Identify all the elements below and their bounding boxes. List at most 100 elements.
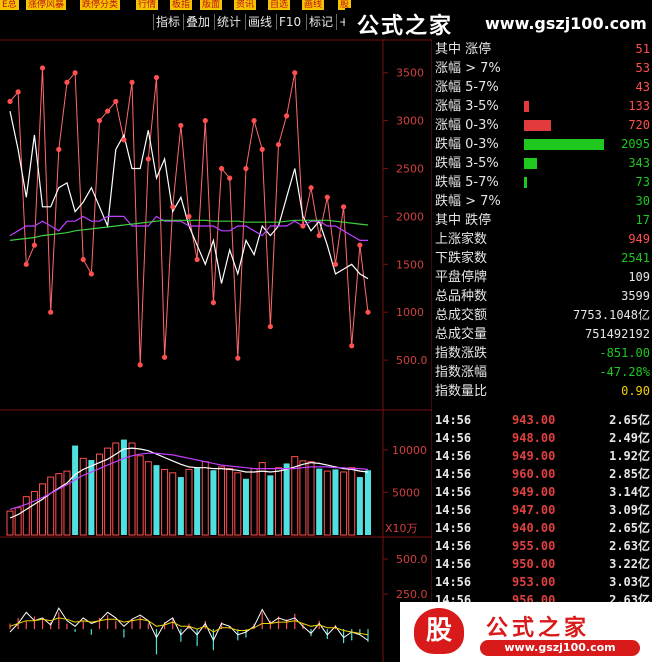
tick-price: 953.00 bbox=[512, 575, 556, 589]
stat-label: 平盘停牌 bbox=[435, 270, 488, 285]
y-tick-label: 10000 bbox=[392, 444, 427, 457]
stat-label: 跌幅 5-7% bbox=[435, 175, 499, 190]
data-point bbox=[105, 108, 111, 114]
volume-bar bbox=[307, 461, 315, 536]
volume-bar bbox=[153, 465, 160, 535]
volume-bar bbox=[161, 468, 169, 536]
y-tick-label: 1500 bbox=[396, 258, 424, 271]
stat-row: 指数涨跌 -851.00 bbox=[432, 344, 652, 363]
tick-amount: 3.22亿 bbox=[609, 557, 650, 571]
tick-row: 14:56 950.00 3.22亿 bbox=[432, 555, 652, 573]
stat-label: 上涨家数 bbox=[435, 232, 488, 247]
stat-label: 其中 跌停 bbox=[435, 213, 492, 228]
tick-time: 14:56 bbox=[435, 467, 472, 481]
tick-amount: 3.09亿 bbox=[609, 503, 650, 517]
market-breadth-panel: 其中 涨停 51 涨幅 > 7% 53 涨幅 5-7% 43 涨幅 3-5% 133 涨幅 0-… bbox=[432, 40, 652, 410]
stat-value: 133 bbox=[628, 99, 650, 113]
stat-value: 53 bbox=[635, 61, 650, 75]
stat-value: -47.28% bbox=[599, 365, 650, 379]
data-point bbox=[259, 146, 265, 152]
volume-bar bbox=[258, 462, 266, 536]
stat-bar bbox=[524, 177, 527, 188]
stat-bar bbox=[524, 120, 551, 131]
data-point bbox=[194, 256, 200, 263]
tick-row: 14:56 940.00 2.65亿 bbox=[432, 519, 652, 537]
tick-list: 14:56 943.00 2.65亿 14:56 948.00 2.49亿 14:56 949… bbox=[432, 411, 652, 602]
volume-bar bbox=[22, 496, 30, 536]
volume-bar bbox=[323, 470, 331, 536]
stat-value: 3599 bbox=[621, 289, 650, 303]
tick-price: 955.00 bbox=[512, 539, 556, 553]
stat-label: 下跌家数 bbox=[435, 251, 488, 266]
data-point bbox=[80, 256, 86, 263]
watermark-bottom: 股 公式之家 www.gszj100.com bbox=[400, 602, 652, 662]
volume-bar bbox=[275, 467, 282, 536]
data-point bbox=[357, 242, 363, 248]
tick-amount: 2.49亿 bbox=[609, 431, 650, 445]
stat-row: 跌幅 5-7% 73 bbox=[432, 173, 652, 192]
volume-bar bbox=[242, 478, 249, 535]
stat-row: 平盘停牌 109 bbox=[432, 268, 652, 287]
y-tick-label: 5000 bbox=[392, 486, 420, 499]
data-point bbox=[284, 113, 290, 119]
tick-row: 14:56 956.00 2.63亿 bbox=[432, 591, 652, 602]
stat-row: 涨幅 3-5% 133 bbox=[432, 97, 652, 116]
stat-label: 跌幅 > 7% bbox=[435, 194, 501, 209]
volume-bar bbox=[39, 483, 47, 536]
volume-bar bbox=[348, 467, 356, 536]
tick-time: 14:56 bbox=[435, 413, 472, 427]
volume-bar bbox=[194, 467, 201, 535]
stat-row: 上涨家数 949 bbox=[432, 230, 652, 249]
tick-time: 14:56 bbox=[435, 539, 472, 553]
volume-bar bbox=[112, 442, 120, 536]
tick-price: 956.00 bbox=[512, 593, 556, 602]
watermark-top-title: 公式之家 bbox=[357, 13, 454, 39]
data-point bbox=[340, 204, 347, 210]
tick-row: 14:56 949.00 1.92亿 bbox=[432, 447, 652, 465]
stat-row: 其中 涨停 51 bbox=[432, 40, 652, 59]
y-tick-label: 500.0 bbox=[396, 354, 428, 367]
data-point bbox=[292, 70, 298, 76]
tick-row: 14:56 953.00 3.03亿 bbox=[432, 573, 652, 591]
y-tick-label: 3500 bbox=[396, 67, 424, 80]
tick-row: 14:56 947.00 3.09亿 bbox=[432, 501, 652, 519]
stat-value: 73 bbox=[635, 175, 650, 189]
tick-price: 949.00 bbox=[512, 485, 556, 499]
volume-bar bbox=[299, 460, 307, 536]
data-point bbox=[365, 309, 371, 315]
stat-value: 949 bbox=[628, 232, 650, 246]
y-tick-label: 500.0 bbox=[396, 553, 428, 566]
stat-row: 下跌家数 2541 bbox=[432, 249, 652, 268]
stat-label: 跌幅 0-3% bbox=[435, 137, 499, 152]
data-point bbox=[145, 156, 151, 162]
volume-bar bbox=[356, 477, 363, 535]
stat-label: 涨幅 3-5% bbox=[435, 99, 499, 114]
tick-time: 14:56 bbox=[435, 431, 472, 445]
data-point bbox=[121, 137, 127, 143]
stat-row: 跌幅 0-3% 2095 bbox=[432, 135, 652, 154]
tick-time: 14:56 bbox=[435, 593, 472, 602]
data-point bbox=[72, 70, 78, 76]
volume-bar bbox=[72, 445, 79, 535]
data-point bbox=[243, 165, 249, 172]
tick-time: 14:56 bbox=[435, 449, 472, 463]
tick-amount: 2.85亿 bbox=[609, 467, 650, 481]
volume-bar bbox=[96, 453, 103, 536]
stat-row: 涨幅 > 7% 53 bbox=[432, 59, 652, 78]
tick-price: 940.00 bbox=[512, 521, 556, 535]
stat-value: 51 bbox=[635, 42, 650, 56]
data-point bbox=[178, 122, 184, 129]
stock-badge-icon: 股 bbox=[414, 608, 464, 654]
data-point bbox=[153, 74, 160, 81]
tick-price: 949.00 bbox=[512, 449, 556, 463]
stat-label: 涨幅 5-7% bbox=[435, 80, 499, 95]
data-point bbox=[227, 175, 233, 181]
data-point bbox=[202, 118, 208, 124]
stat-label: 指数量比 bbox=[435, 384, 488, 399]
oscillator-line bbox=[9, 617, 369, 636]
volume-unit-label: X10万 bbox=[385, 522, 418, 535]
data-point bbox=[235, 355, 241, 361]
stat-value: 30 bbox=[635, 194, 650, 208]
stat-label: 指数涨跌 bbox=[435, 346, 488, 361]
data-point bbox=[170, 204, 176, 210]
